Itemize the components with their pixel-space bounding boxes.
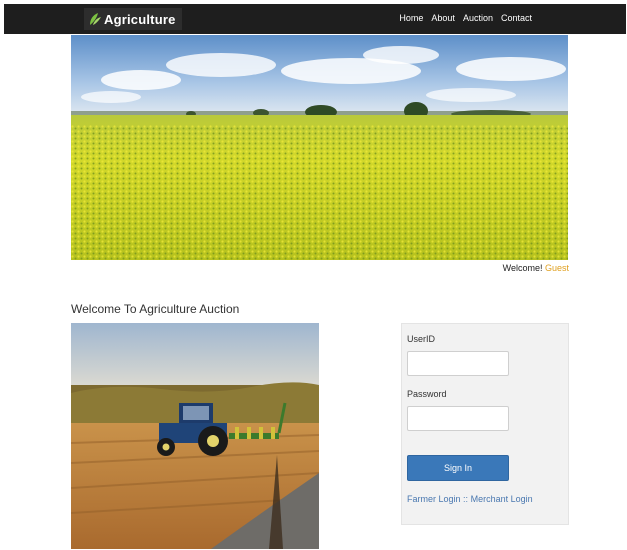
main-nav: Home About Auction Contact [399,13,532,23]
login-links: Farmer Login :: Merchant Login [407,494,533,504]
sign-in-button[interactable]: Sign In [407,455,509,481]
password-label: Password [407,389,447,399]
section-title: Welcome To Agriculture Auction [71,302,240,316]
merchant-login-link[interactable]: Merchant Login [471,494,533,504]
nav-home-link[interactable]: Home [399,13,423,23]
userid-input[interactable] [407,351,509,376]
userid-label: UserID [407,334,436,344]
nav-about-link[interactable]: About [431,13,455,23]
brand-logo[interactable]: Agriculture [84,8,182,30]
login-panel: UserID Password Sign In Farmer Login :: … [401,323,569,525]
farmer-login-link[interactable]: Farmer Login [407,494,461,504]
leaf-icon [90,13,101,25]
guest-username: Guest [544,263,569,273]
welcome-status: Welcome! Guest [503,263,569,273]
welcome-prefix: Welcome! [502,263,543,273]
nav-auction-link[interactable]: Auction [463,13,493,23]
hero-banner-image [71,35,568,260]
password-input[interactable] [407,406,509,431]
top-navbar: Agriculture Home About Auction Contact [4,4,626,34]
brand-name: Agriculture [104,11,176,27]
login-link-separator: :: [463,494,469,504]
tractor-photo [71,323,319,549]
page: Agriculture Home About Auction Contact W… [0,0,627,550]
nav-contact-link[interactable]: Contact [501,13,532,23]
